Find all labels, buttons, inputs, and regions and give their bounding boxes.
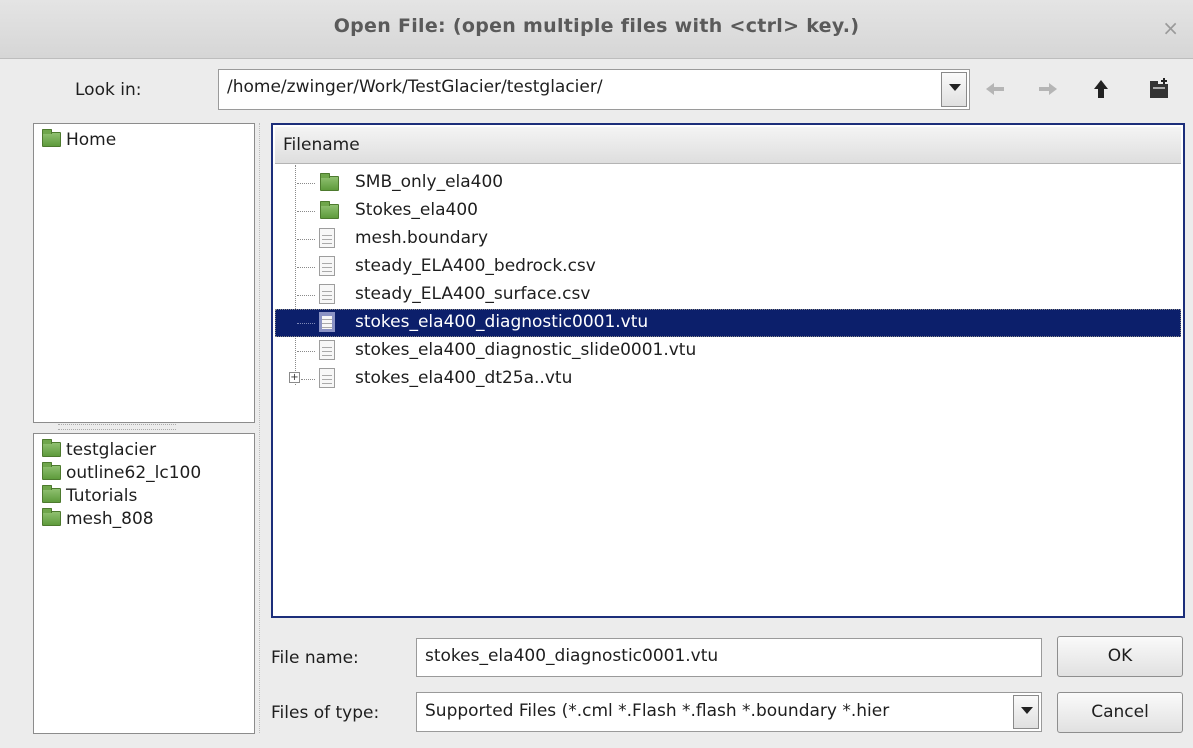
cancel-button[interactable]: Cancel [1057,692,1183,733]
column-header-filename[interactable]: Filename [275,127,1181,164]
list-item-label: stokes_ela400_diagnostic0001.vtu [355,312,649,332]
places-panel: Home [33,123,255,423]
list-item-label: SMB_only_ela400 [355,172,504,192]
folder-icon [42,439,61,457]
recent-dir-label: testglacier [66,440,157,460]
tree-connector [297,239,315,240]
tree-connector [297,267,315,268]
place-home[interactable]: Home [42,129,117,152]
forward-arrow-icon[interactable] [1035,74,1061,104]
recent-dir-item[interactable]: Tutorials [42,485,138,508]
list-item-label: steady_ELA400_surface.csv [355,284,591,304]
folder-icon [42,485,61,503]
file-type-value: Supported Files (*.cml *.Flash *.flash *… [425,701,890,721]
place-label: Home [66,130,117,150]
recent-dir-item[interactable]: testglacier [42,439,157,462]
folder-icon [42,129,61,147]
look-in-label: Look in: [75,80,142,100]
tree-connector [297,323,315,324]
recent-dir-item[interactable]: outline62_lc100 [42,462,202,485]
file-name-input[interactable]: stokes_ela400_diagnostic0001.vtu [416,638,1042,677]
ok-button[interactable]: OK [1057,636,1183,677]
list-item[interactable]: stokes_ela400_diagnostic_slide0001.vtu [275,337,1181,365]
file-icon [319,228,335,248]
list-item[interactable]: steady_ELA400_bedrock.csv [275,253,1181,281]
list-item[interactable]: steady_ELA400_surface.csv [275,281,1181,309]
look-in-path: /home/zwinger/Work/TestGlacier/testglaci… [227,77,603,97]
folder-icon [42,462,61,480]
recent-dir-label: mesh_808 [66,509,154,529]
recent-dir-item[interactable]: mesh_808 [42,508,154,531]
tree-connector [297,295,315,296]
title-bar: Open File: (open multiple files with <ct… [0,0,1193,59]
file-icon [319,256,335,276]
recent-dirs-panel: testglacier outline62_lc100 Tutorials me… [33,433,255,734]
list-item[interactable]: + stokes_ela400_dt25a..vtu [275,365,1181,393]
list-item[interactable]: Stokes_ela400 [275,197,1181,225]
close-icon[interactable]: × [1162,16,1179,40]
expand-plus-icon[interactable]: + [289,372,300,383]
list-item-label: stokes_ela400_diagnostic_slide0001.vtu [355,340,697,360]
tree-connector [297,351,315,352]
file-type-label: Files of type: [271,703,380,723]
file-icon [319,340,335,360]
list-item-label: steady_ELA400_bedrock.csv [355,256,596,276]
file-name-value: stokes_ela400_diagnostic0001.vtu [425,646,719,666]
list-item[interactable]: SMB_only_ela400 [275,169,1181,197]
file-type-select[interactable]: Supported Files (*.cml *.Flash *.flash *… [416,692,1042,732]
up-arrow-icon[interactable] [1088,74,1114,104]
splitter-handle[interactable] [58,424,176,430]
folder-icon [320,173,339,191]
chevron-down-icon[interactable] [1013,695,1039,729]
tree-connector [301,379,315,380]
list-item[interactable]: mesh.boundary [275,225,1181,253]
file-list[interactable]: Filename SMB_only_ela400 Stokes_ela400 m… [271,123,1185,618]
tree-connector [297,211,315,212]
column-header-label: Filename [283,135,360,155]
list-item-label: Stokes_ela400 [355,200,478,220]
folder-icon [320,201,339,219]
window-title: Open File: (open multiple files with <ct… [333,15,860,37]
list-item-selected[interactable]: stokes_ela400_diagnostic0001.vtu [275,309,1181,337]
folder-icon [42,508,61,526]
look-in-combo[interactable]: /home/zwinger/Work/TestGlacier/testglaci… [218,69,970,110]
new-folder-icon[interactable] [1146,74,1172,104]
list-item-label: stokes_ela400_dt25a..vtu [355,368,573,388]
back-arrow-icon[interactable] [982,74,1008,104]
file-icon [319,312,335,332]
file-name-label: File name: [271,648,359,668]
file-icon [319,284,335,304]
tree-connector [297,183,315,184]
chevron-down-icon[interactable] [941,72,967,107]
vertical-splitter-handle[interactable] [259,123,265,733]
list-item-label: mesh.boundary [355,228,489,248]
recent-dir-label: outline62_lc100 [66,463,202,483]
file-icon [319,368,335,388]
recent-dir-label: Tutorials [66,486,138,506]
